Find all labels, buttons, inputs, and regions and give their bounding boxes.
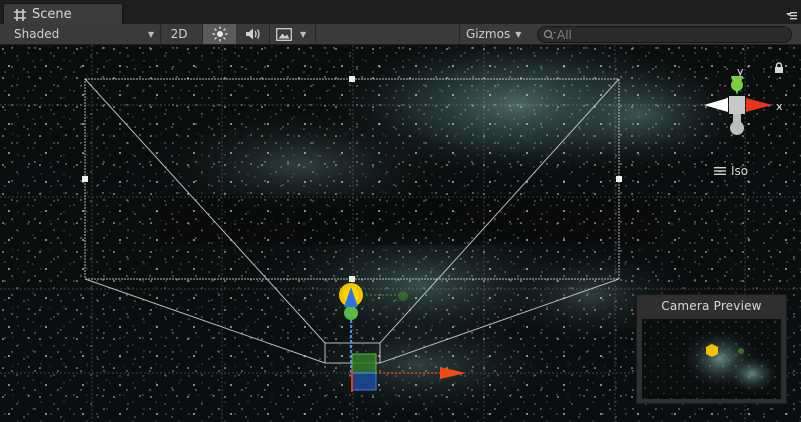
window-tab-bar: Scene xyxy=(0,0,801,25)
projection-toggle[interactable]: Iso xyxy=(713,164,748,178)
draw-mode-label: Shaded xyxy=(14,27,60,41)
gizmos-dropdown[interactable]: Gizmos ▼ xyxy=(466,24,530,44)
menu-icon xyxy=(714,167,726,175)
hierarchy-search-field[interactable]: All xyxy=(537,26,792,43)
lock-icon[interactable] xyxy=(774,62,784,74)
effects-dropdown[interactable]: ▼ xyxy=(269,24,315,44)
scene-viewport[interactable]: y x Iso Camera Preview xyxy=(0,45,801,422)
chevron-down-icon: ▼ xyxy=(300,29,307,39)
projection-label: Iso xyxy=(731,164,749,178)
scene-toolbar: Shaded ▼ 2D ▼ Gizmos ▼ All xyxy=(0,24,801,45)
scene-hash-icon xyxy=(14,8,26,21)
chevron-down-icon: ▼ xyxy=(147,29,154,39)
audio-toggle-button[interactable] xyxy=(236,24,269,44)
axis-x-label: x xyxy=(776,100,783,113)
2d-mode-button[interactable]: 2D xyxy=(161,24,197,44)
camera-preview-panel: Camera Preview xyxy=(636,294,787,404)
scene-tab-label: Scene xyxy=(32,7,72,22)
camera-preview-title: Camera Preview xyxy=(661,298,762,313)
lighting-toggle-button[interactable] xyxy=(203,24,236,44)
2d-mode-label: 2D xyxy=(170,27,188,41)
scene-tab[interactable]: Scene xyxy=(3,3,123,25)
light-icon xyxy=(212,26,227,42)
draw-mode-dropdown[interactable]: Shaded ▼ xyxy=(6,24,158,44)
orientation-gizmo[interactable]: y x xyxy=(700,65,792,145)
search-placeholder: All xyxy=(557,27,572,42)
gizmos-label: Gizmos xyxy=(466,27,511,41)
image-icon xyxy=(276,27,292,41)
chevron-down-icon: ▼ xyxy=(515,29,522,39)
tab-menu-icon[interactable] xyxy=(783,11,797,21)
camera-preview-image xyxy=(642,319,781,399)
search-icon xyxy=(543,29,556,39)
audio-icon xyxy=(245,28,260,40)
